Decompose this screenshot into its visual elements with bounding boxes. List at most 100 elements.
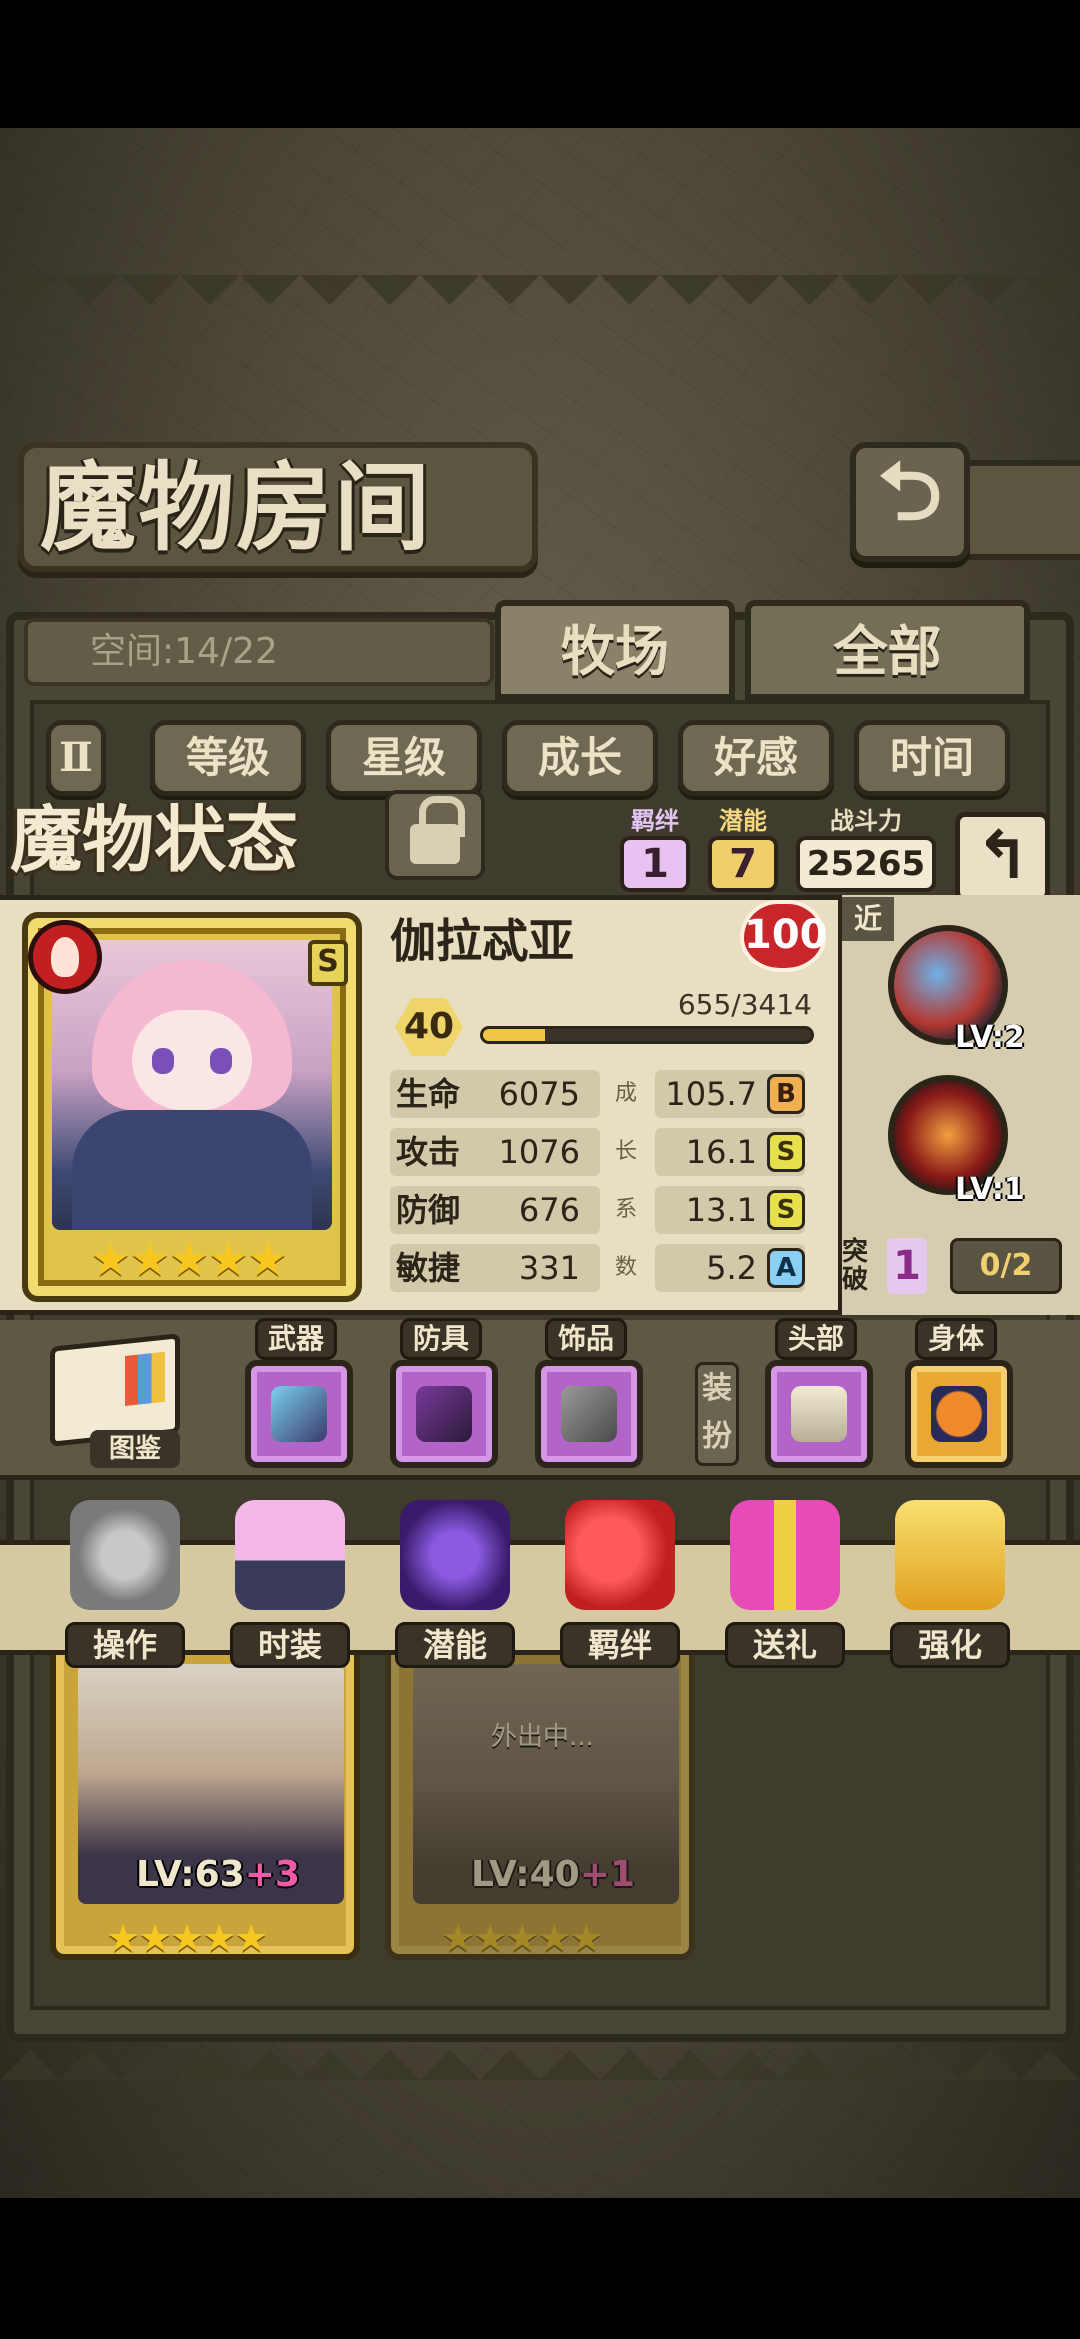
tiara-icon xyxy=(791,1386,847,1442)
hearts-icon xyxy=(565,1500,675,1610)
roster-status: 外出中... xyxy=(491,1722,594,1752)
growth-box: 16.1 S xyxy=(655,1128,805,1176)
costume-button[interactable]: 时装 xyxy=(220,1500,360,1670)
slot-label-head: 头部 xyxy=(775,1318,858,1360)
weapon-slot[interactable] xyxy=(245,1360,353,1468)
stat-row-hp: 生命 6075 成 105.7 B xyxy=(390,1070,820,1118)
roster-stars: ★★★★★ xyxy=(441,1916,603,1960)
head-slot[interactable] xyxy=(765,1360,873,1468)
growth-box: 13.1 S xyxy=(655,1186,805,1234)
lance-icon xyxy=(271,1386,327,1442)
gift-button[interactable]: 送礼 xyxy=(715,1500,855,1670)
body-slot[interactable] xyxy=(905,1360,1013,1468)
roster-level-plus: +1 xyxy=(579,1854,635,1895)
shadow-spirit-icon xyxy=(400,1500,510,1610)
accessory-slot[interactable] xyxy=(535,1360,643,1468)
enhance-button[interactable]: 强化 xyxy=(880,1500,1020,1670)
outfit-icon xyxy=(235,1500,345,1610)
roster-card[interactable]: LV:63+3 ★★★★★ xyxy=(50,1640,360,1960)
stat-value: 1076 xyxy=(498,1133,580,1171)
decor-zigzag-top xyxy=(0,275,1080,335)
bond-label: 羁绊 xyxy=(631,807,679,835)
cape-icon xyxy=(416,1386,472,1442)
growth-side-label: 成 xyxy=(615,1081,638,1106)
sort-order-toggle[interactable]: Ⅱ xyxy=(46,720,106,796)
breakthrough-progress: 0/2 xyxy=(950,1238,1062,1294)
roster-level-plus: +3 xyxy=(244,1854,300,1895)
growth-value: 13.1 xyxy=(685,1191,757,1229)
dress-up-label: 装扮 xyxy=(695,1362,739,1466)
rank-badge: S xyxy=(308,940,348,986)
stat-value: 6075 xyxy=(498,1075,580,1113)
sort-button-affection[interactable]: 好感 xyxy=(678,720,834,796)
action-label: 潜能 xyxy=(395,1622,515,1668)
bond-button[interactable]: 羁绊 xyxy=(550,1500,690,1670)
status-bar-area xyxy=(0,0,1080,128)
roster-level: LV:63+3 xyxy=(136,1854,300,1895)
skill-level: LV:2 xyxy=(955,1020,1025,1055)
status-title: 魔物状态 xyxy=(10,797,299,882)
codex-button[interactable]: 图鉴 xyxy=(40,1333,190,1470)
monster-name: 伽拉忒亚 xyxy=(390,914,574,968)
potential-button[interactable]: 潜能 xyxy=(385,1500,525,1670)
growth-grade: B xyxy=(767,1074,805,1114)
gear-icon xyxy=(70,1500,180,1610)
stat-name: 生命 xyxy=(396,1075,461,1113)
growth-side-label: 长 xyxy=(615,1139,638,1164)
close-status-button[interactable]: ↰ xyxy=(955,812,1050,902)
action-label: 操作 xyxy=(65,1622,185,1668)
armor-slot[interactable] xyxy=(390,1360,498,1468)
codex-label: 图鉴 xyxy=(90,1430,180,1468)
sort-button-time[interactable]: 时间 xyxy=(854,720,1010,796)
slot-label-armor: 防具 xyxy=(400,1318,483,1360)
growth-grade: S xyxy=(767,1132,805,1172)
stat-name: 攻击 xyxy=(396,1133,461,1171)
growth-value: 5.2 xyxy=(706,1249,757,1287)
potential-stat: 潜能 7 xyxy=(708,808,778,892)
stat-name: 敏捷 xyxy=(396,1249,461,1287)
power-value: 25265 xyxy=(796,836,936,892)
tab-ranch[interactable]: 牧场 xyxy=(495,600,735,700)
sort-button-level[interactable]: 等级 xyxy=(150,720,306,796)
tab-all[interactable]: 全部 xyxy=(745,600,1030,700)
potential-label: 潜能 xyxy=(719,807,767,835)
portrait-eye xyxy=(152,1048,174,1074)
breakthrough[interactable]: 突破 1 0/2 xyxy=(842,1238,1064,1298)
roster-level-value: LV:40 xyxy=(471,1854,580,1895)
growth-side-label: 数 xyxy=(615,1255,638,1280)
affection-heart: 100 xyxy=(740,900,828,972)
gift-box-icon xyxy=(730,1500,840,1610)
growth-side-label: 系 xyxy=(615,1197,638,1222)
breakthrough-count: 1 xyxy=(887,1238,927,1294)
capacity-text: 空间:14/22 xyxy=(90,631,278,672)
action-label: 强化 xyxy=(890,1622,1010,1668)
flame-icon xyxy=(51,937,79,977)
sort-button-growth[interactable]: 成长 xyxy=(502,720,658,796)
portrait-cloak xyxy=(72,1110,312,1230)
stat-row-attack: 攻击 1076 长 16.1 S xyxy=(390,1128,820,1176)
action-label: 送礼 xyxy=(725,1622,845,1668)
pumpkin-icon xyxy=(931,1386,987,1442)
slot-label-body: 身体 xyxy=(915,1318,998,1360)
sort-button-stars[interactable]: 星级 xyxy=(326,720,482,796)
growth-box: 105.7 B xyxy=(655,1070,805,1118)
potential-value: 7 xyxy=(708,836,778,892)
back-button[interactable]: ⮌ xyxy=(850,442,970,562)
power-stat: 战斗力 25265 xyxy=(796,808,936,892)
xp-fill xyxy=(483,1029,546,1041)
stat-row-defense: 防御 676 系 13.1 S xyxy=(390,1186,820,1234)
skill-level: LV:1 xyxy=(955,1172,1025,1207)
roster-level: LV:40+1 xyxy=(471,1854,635,1895)
growth-grade: S xyxy=(767,1190,805,1230)
lock-button[interactable] xyxy=(385,790,485,880)
operate-button[interactable]: 操作 xyxy=(55,1500,195,1670)
action-label: 羁绊 xyxy=(560,1622,680,1668)
roster-stars: ★★★★★ xyxy=(106,1916,268,1960)
roster-card[interactable]: 外出中... LV:40+1 ★★★★★ xyxy=(385,1640,695,1960)
growth-value: 16.1 xyxy=(685,1133,757,1171)
bond-value: 1 xyxy=(620,836,690,892)
bond-stat: 羁绊 1 xyxy=(620,808,690,892)
growth-value: 105.7 xyxy=(665,1075,757,1113)
range-tag: 近 xyxy=(842,897,894,941)
nav-bar-area xyxy=(0,2198,1080,2339)
